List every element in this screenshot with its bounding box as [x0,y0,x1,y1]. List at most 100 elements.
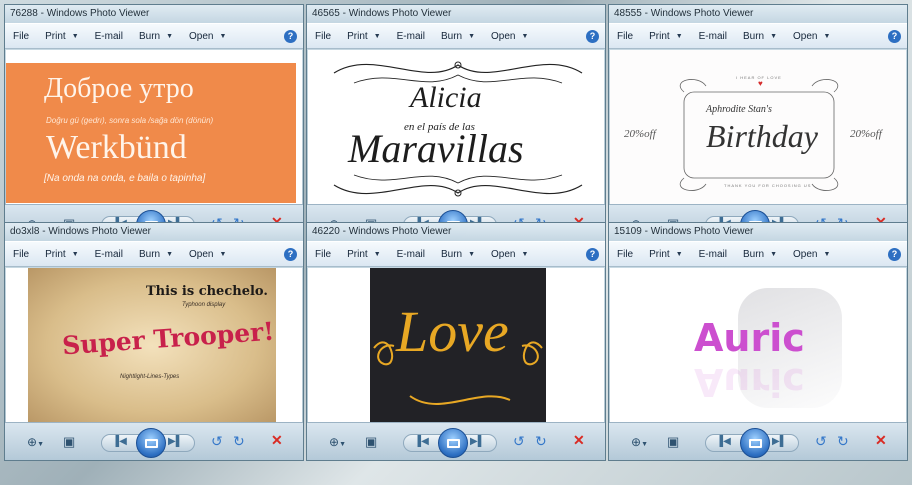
menu-open[interactable]: Open ▼ [793,31,830,42]
next-icon[interactable]: ▶▌ [470,436,485,447]
menu-email[interactable]: E-mail [397,249,425,260]
heart-icon: ♥ [758,79,763,88]
delete-icon[interactable]: ✕ [573,433,585,447]
menu-burn[interactable]: Burn ▼ [139,249,173,260]
chevron-down-icon: ▼ [675,250,683,258]
photo-viewer-window: 46220 - Windows Photo Viewer File Print ▼… [306,222,606,461]
actual-size-icon[interactable]: ▣ [365,435,377,449]
image-text-line: 20%off [850,128,882,140]
help-icon[interactable]: ? [284,248,297,261]
menu-email[interactable]: E-mail [95,31,123,42]
photo-image: This is chechelo. Typhoon display Super … [28,268,276,424]
menu-file[interactable]: File [13,249,29,260]
menu-print[interactable]: Print ▼ [649,31,683,42]
window-title: 15109 - Windows Photo Viewer [609,223,907,241]
previous-icon[interactable]: ▐◀ [414,436,429,447]
menu-label: Open [491,30,516,42]
menu-file[interactable]: File [315,31,331,42]
slideshow-icon[interactable] [740,428,770,458]
rotate-left-icon[interactable]: ↺ [815,434,827,448]
menu-label: E-mail [698,248,727,260]
menu-email[interactable]: E-mail [397,31,425,42]
menu-print[interactable]: Print ▼ [347,249,381,260]
next-icon[interactable]: ▶▌ [772,436,787,447]
menu-email[interactable]: E-mail [95,249,123,260]
actual-size-icon[interactable]: ▣ [63,435,75,449]
delete-icon[interactable]: ✕ [271,433,283,447]
menu-bar: File Print ▼ E-mail Burn ▼ Open ▼ ? [307,241,605,267]
help-icon[interactable]: ? [888,30,901,43]
menu-label: Open [793,248,818,260]
rotate-right-icon[interactable]: ↻ [837,434,849,448]
menu-file[interactable]: File [617,31,633,42]
delete-icon[interactable]: ✕ [875,433,887,447]
next-icon[interactable]: ▶▌ [168,436,183,447]
photo-viewer-window: do3xl8 - Windows Photo Viewer File Print… [4,222,304,461]
menu-print[interactable]: Print ▼ [45,249,79,260]
menu-label: File [13,248,30,260]
menu-email[interactable]: E-mail [699,31,727,42]
menu-bar: File Print ▼ E-mail Burn ▼ Open ▼ ? [5,23,303,49]
menu-print[interactable]: Print ▼ [649,249,683,260]
menu-label: Print [347,30,368,42]
menu-file[interactable]: File [13,31,29,42]
image-text-line: THANK YOU FOR CHOOSING US [724,183,812,188]
menu-print[interactable]: Print ▼ [347,31,381,42]
previous-icon[interactable]: ▐◀ [716,436,731,447]
chevron-down-icon: ▼ [166,250,174,258]
help-icon[interactable]: ? [888,248,901,261]
photo-area: Доброе утро Doğru gü (gedrı), sonra sola… [6,50,302,206]
help-icon[interactable]: ? [284,30,297,43]
rotate-left-icon[interactable]: ↺ [513,434,525,448]
menu-burn[interactable]: Burn ▼ [743,31,777,42]
image-text-line: 20%off [624,128,656,140]
menu-open[interactable]: Open ▼ [189,249,226,260]
zoom-icon[interactable]: ⊕▼ [27,435,49,452]
menu-burn[interactable]: Burn ▼ [441,249,475,260]
menu-label: Print [649,248,670,260]
photo-image: I HEAR OF LOVE ♥ Aphrodite Stan's Birthd… [610,50,906,206]
menu-open[interactable]: Open ▼ [491,249,528,260]
image-text-line: Love [396,299,509,364]
menu-file[interactable]: File [315,249,331,260]
photo-viewer-window: 15109 - Windows Photo Viewer File Print ▼… [608,222,908,461]
rotate-right-icon[interactable]: ↻ [233,434,245,448]
menu-open[interactable]: Open ▼ [793,249,830,260]
menu-file[interactable]: File [617,249,633,260]
previous-icon[interactable]: ▐◀ [112,436,127,447]
rotate-right-icon[interactable]: ↻ [535,434,547,448]
photo-image: Love [370,268,546,424]
menu-label: Burn [742,248,765,260]
help-icon[interactable]: ? [586,248,599,261]
chevron-down-icon: ▼ [71,250,79,258]
help-icon[interactable]: ? [586,30,599,43]
chevron-down-icon: ▼ [521,32,529,40]
menu-label: E-mail [94,30,123,42]
menu-open[interactable]: Open ▼ [491,31,528,42]
menu-print[interactable]: Print ▼ [45,31,79,42]
menu-burn[interactable]: Burn ▼ [743,249,777,260]
menu-open[interactable]: Open ▼ [189,31,226,42]
image-text-line: Nightlight-Lines-Types [120,374,180,380]
navigation-bar: ⊕▼ ▣ ▐◀ ▶▌ ↺ ↻ ✕ [5,422,303,460]
menu-bar: File Print ▼ E-mail Burn ▼ Open ▼ ? [609,23,907,49]
slideshow-icon[interactable] [136,428,166,458]
menu-email[interactable]: E-mail [699,249,727,260]
photo-viewer-window: 76288 - Windows Photo Viewer File Print ▼… [4,4,304,243]
menu-burn[interactable]: Burn ▼ [139,31,173,42]
menu-label: Print [347,248,368,260]
window-title: 46565 - Windows Photo Viewer [307,5,605,23]
window-title: do3xl8 - Windows Photo Viewer [5,223,303,241]
actual-size-icon[interactable]: ▣ [667,435,679,449]
chevron-down-icon: ▼ [675,32,683,40]
menu-label: File [315,30,332,42]
zoom-icon[interactable]: ⊕▼ [329,435,351,452]
slideshow-icon[interactable] [438,428,468,458]
menu-bar: File Print ▼ E-mail Burn ▼ Open ▼ ? [307,23,605,49]
menu-label: File [13,30,30,42]
chevron-down-icon: ▼ [823,32,831,40]
menu-burn[interactable]: Burn ▼ [441,31,475,42]
zoom-icon[interactable]: ⊕▼ [631,435,653,452]
menu-label: Print [649,30,670,42]
rotate-left-icon[interactable]: ↺ [211,434,223,448]
